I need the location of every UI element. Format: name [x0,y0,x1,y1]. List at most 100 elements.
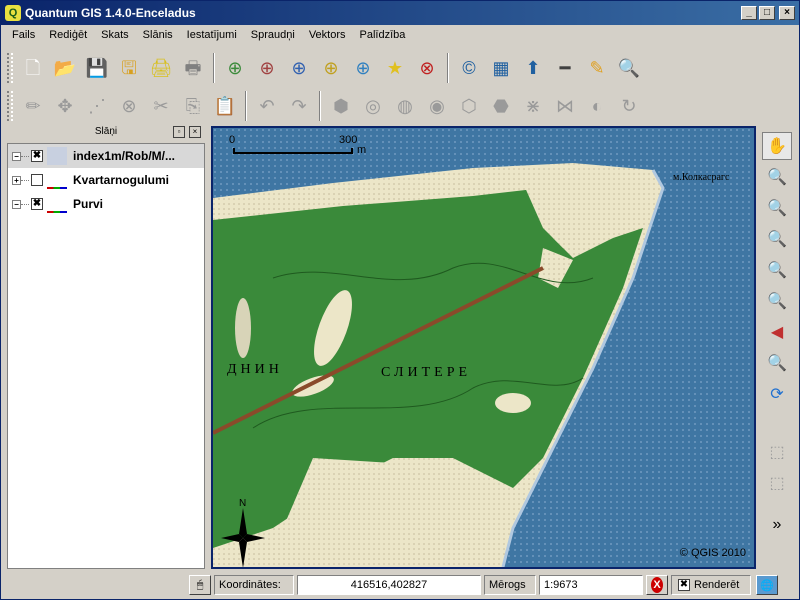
pan-tool-icon[interactable]: ✋ [762,132,792,160]
menu-help[interactable]: Palīdzība [353,29,413,41]
add-postgis-layer-icon[interactable]: ⊕ [285,53,313,83]
window-title: Quantum GIS 1.4.0-Enceladus [25,6,196,20]
menu-layer[interactable]: Slānis [136,29,180,41]
scale-bar-icon[interactable]: ━ [551,53,579,83]
scale-bar-line [233,148,353,154]
save-project-icon[interactable]: 💾 [83,53,111,83]
stop-render-button[interactable]: X [646,575,668,595]
coordinates-field[interactable]: 416516,402827 [297,575,481,595]
zoom-to-selection-icon[interactable]: 🔍 [762,287,792,315]
open-project-icon[interactable]: 📂 [51,53,79,83]
deselect-icon[interactable]: ⬚ [762,469,792,497]
merge-features-icon[interactable]: ⋈ [551,91,579,121]
layer-visibility-checkbox[interactable]: ✖ [31,150,43,162]
undo-icon[interactable]: ↶ [253,91,281,121]
menu-settings[interactable]: Iestatījumi [180,29,244,41]
copyright-label-icon[interactable]: © [455,53,483,83]
raster-legend-icon [47,147,67,165]
menu-plugins[interactable]: Spraudņi [244,29,302,41]
redo-icon[interactable]: ↷ [285,91,313,121]
annotation-icon[interactable]: ✎ [583,53,611,83]
scale-unit-label: m [357,144,367,156]
move-feature-icon[interactable]: ✥ [51,91,79,121]
toolbar-handle[interactable] [7,53,13,83]
render-toggle[interactable]: ✖ Renderēt [671,575,751,595]
refresh-icon[interactable]: ⟳ [762,380,792,408]
rotate-point-symbols-icon[interactable]: ↻ [615,91,643,121]
layer-visibility-checkbox[interactable] [31,174,43,186]
simplify-feature-icon[interactable]: ⬢ [327,91,355,121]
scale-field[interactable]: 1:9673 [539,575,643,595]
layer-label: Purvi [73,197,104,211]
more-tools-icon[interactable]: » [762,511,792,539]
new-print-composer-icon[interactable]: 🖨 [147,53,175,83]
new-project-icon[interactable]: 🗋 [19,53,47,83]
maximize-button[interactable]: □ [759,6,775,20]
layer-item-kvartarnogulumi[interactable]: + Kvartarnogulumi [8,168,204,192]
add-ring-icon[interactable]: ◎ [359,91,387,121]
map-navigation-toolbar: ✋ 🔍 🔍 🔍 🔍 🔍 ◀ 🔍 ⟳ ⬚ ⬚ » [759,129,795,569]
offset-curve-icon[interactable]: ◐ [583,91,611,121]
menu-file[interactable]: Fails [5,29,42,41]
scale-end-label: 300 [339,134,358,146]
minimize-button[interactable]: _ [741,6,757,20]
zoom-to-layer-icon[interactable]: 🔍 [762,256,792,284]
toggle-extents-icon[interactable]: 🖱 [189,575,211,595]
zoom-last-icon[interactable]: ◀ [762,318,792,346]
split-features-icon[interactable]: ⋇ [519,91,547,121]
layer-expander[interactable]: − [12,151,21,161]
layer-item-purvi[interactable]: − ✖ Purvi [8,192,204,216]
layers-panel: − ✖ index1m/Rob/M/... + Kvartarnogulumi … [7,143,205,569]
layers-panel-header: Slāņi ▫ × [7,126,205,140]
cut-features-icon[interactable]: ✂ [147,91,175,121]
print-icon[interactable]: 🖶 [179,53,207,83]
map-raster: N ДНИН СЛИТЕРЕ м.Колкасрагс [213,128,754,567]
float-panel-icon[interactable]: ▫ [173,126,185,138]
select-features-icon[interactable]: ⬚ [762,438,792,466]
zoom-full-icon[interactable]: 🔍 [762,225,792,253]
menu-vector[interactable]: Vektors [302,29,353,41]
menu-view[interactable]: Skats [94,29,136,41]
toolbar-handle[interactable] [7,91,13,121]
close-panel-icon[interactable]: × [189,126,201,138]
add-spatialite-layer-icon[interactable]: ⊕ [317,53,345,83]
status-bar: 🖱 Koordinātes: 416516,402827 Mērogs 1:96… [1,572,799,598]
layer-visibility-checkbox[interactable]: ✖ [31,198,43,210]
render-checkbox[interactable]: ✖ [678,579,690,591]
qgis-window: Q Quantum GIS 1.4.0-Enceladus _ □ × Fail… [0,0,800,600]
north-arrow-icon[interactable]: ⬆ [519,53,547,83]
zoom-next-icon[interactable]: 🔍 [762,349,792,377]
remove-layer-icon[interactable]: ⊗ [413,53,441,83]
toggle-editing-icon[interactable]: ✏ [19,91,47,121]
save-as-icon[interactable]: 🖫 [115,53,143,83]
map-canvas[interactable]: N ДНИН СЛИТЕРЕ м.Колкасрагс 0 300 m © QG… [211,126,756,569]
close-button[interactable]: × [779,6,795,20]
menu-bar: Fails Rediģēt Skats Slānis Iestatījumi S… [1,25,799,45]
svg-text:N: N [239,498,246,509]
new-vector-layer-icon[interactable]: ★ [381,53,409,83]
add-wms-layer-icon[interactable]: ⊕ [349,53,377,83]
copyright-label: © QGIS 2010 [679,547,746,559]
delete-selected-icon[interactable]: ⊗ [115,91,143,121]
menu-edit[interactable]: Rediģēt [42,29,94,41]
delete-part-icon[interactable]: ⬡ [455,91,483,121]
add-vector-layer-icon[interactable]: ⊕ [221,53,249,83]
projection-status-icon[interactable]: 🌐 [756,575,778,595]
add-island-icon[interactable]: ◍ [391,91,419,121]
add-raster-layer-icon[interactable]: ⊕ [253,53,281,83]
reshape-features-icon[interactable]: ⬣ [487,91,515,121]
toolbar-separator [245,91,247,121]
layer-item-index1m[interactable]: − ✖ index1m/Rob/M/... [8,144,204,168]
scale-bar-decoration-icon[interactable]: ▦ [487,53,515,83]
node-tool-icon[interactable]: ⋰ [83,91,111,121]
layer-expander[interactable]: + [12,175,21,185]
layer-expander[interactable]: − [12,199,21,209]
zoom-in-icon[interactable]: 🔍 [762,163,792,191]
toolbar-separator [319,91,321,121]
layer-label: index1m/Rob/M/... [73,149,176,163]
delete-ring-icon[interactable]: ◉ [423,91,451,121]
copy-features-icon[interactable]: ⎘ [179,91,207,121]
paste-features-icon[interactable]: 📋 [211,91,239,121]
identify-icon[interactable]: 🔍 [615,53,643,83]
zoom-out-icon[interactable]: 🔍 [762,194,792,222]
